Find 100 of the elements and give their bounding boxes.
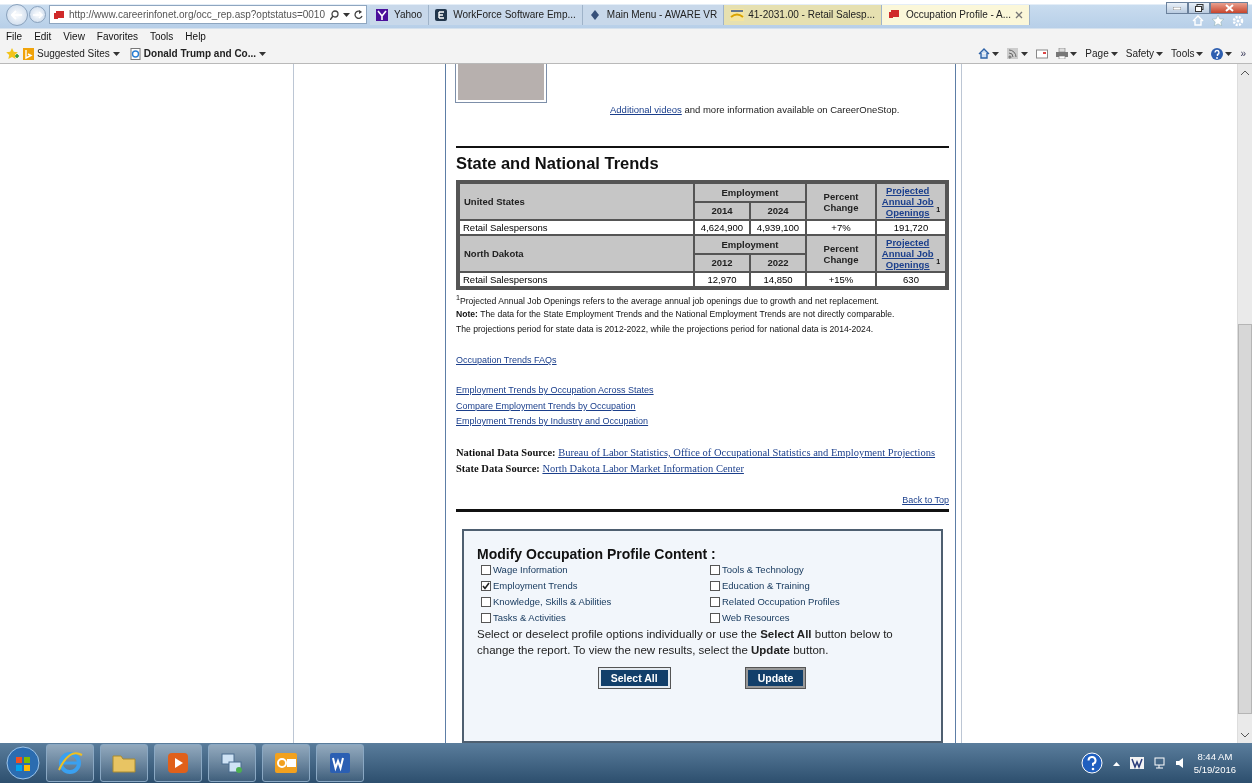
star-icon[interactable] bbox=[1212, 15, 1224, 26]
tray-arrow-icon[interactable] bbox=[1112, 760, 1120, 766]
ie-icon[interactable] bbox=[57, 750, 83, 776]
close-icon[interactable] bbox=[1015, 10, 1024, 19]
command-menu[interactable]: Tools bbox=[1171, 48, 1204, 59]
option-label: Knowledge, Skills & Abilities bbox=[493, 594, 612, 609]
network-tray-icon[interactable] bbox=[1153, 757, 1166, 769]
menu-item[interactable]: Help bbox=[185, 31, 206, 42]
favorites-link[interactable]: Donald Trump and Co... bbox=[129, 47, 267, 60]
update-button[interactable]: Update bbox=[745, 667, 806, 688]
restore-icon bbox=[1194, 4, 1204, 12]
media-player-icon[interactable] bbox=[165, 750, 191, 776]
option-label: Tools & Technology bbox=[722, 562, 804, 577]
checkbox[interactable] bbox=[481, 612, 491, 623]
table-cell: 630 bbox=[877, 273, 945, 286]
tray-app-icon[interactable] bbox=[1129, 757, 1144, 769]
favorites-link[interactable]: Suggested Sites bbox=[23, 47, 120, 60]
tab-label: Yahoo bbox=[394, 9, 423, 20]
close-icon bbox=[1224, 4, 1234, 12]
source-link[interactable]: Bureau of Labor Statistics, Office of Occupational Statistics and Employment Projections bbox=[558, 446, 936, 458]
caret-icon[interactable] bbox=[1225, 51, 1233, 56]
menu-item[interactable]: Tools bbox=[150, 31, 174, 42]
caret-icon[interactable] bbox=[1110, 51, 1118, 56]
menu-item[interactable]: File bbox=[6, 31, 23, 42]
data-source-text: State Data Source: North Dakota Labor Market Information Center bbox=[456, 461, 745, 476]
forward-arrow-icon bbox=[32, 10, 43, 19]
caret-icon[interactable] bbox=[1021, 51, 1029, 56]
checkbox[interactable] bbox=[710, 564, 720, 575]
browser-tab[interactable]: Yahoo bbox=[370, 4, 430, 25]
menu-item[interactable]: View bbox=[63, 31, 85, 42]
caret-icon[interactable] bbox=[1196, 51, 1204, 56]
employment-header: Employment bbox=[695, 236, 805, 253]
select-all-button[interactable]: Select All bbox=[598, 667, 670, 688]
year-header: 2024 bbox=[751, 202, 805, 219]
browser-tab[interactable]: Occupation Profile - A... bbox=[882, 4, 1031, 25]
caret-icon[interactable] bbox=[112, 51, 120, 56]
openings-link[interactable]: Projected Annual Job Openings bbox=[881, 185, 934, 218]
refresh-icon[interactable] bbox=[354, 9, 363, 20]
option-label: Web Resources bbox=[722, 610, 790, 625]
checkbox[interactable] bbox=[710, 596, 720, 607]
minimize-button[interactable] bbox=[1166, 2, 1188, 14]
videos-link[interactable]: Additional videos bbox=[610, 104, 682, 115]
restore-button[interactable] bbox=[1188, 2, 1210, 14]
scroll-thumb[interactable] bbox=[1238, 324, 1252, 714]
faq-link[interactable]: Occupation Trends FAQs bbox=[456, 354, 557, 365]
table-cell: Retail Salespersons bbox=[460, 221, 693, 234]
caret-icon[interactable] bbox=[1070, 51, 1078, 56]
footnote-text: $^{1}$Projected Annual Job Openings refers to the average annual job openings due to growth and net replacement. bbox=[456, 293, 880, 307]
menu-item[interactable]: Edit bbox=[34, 31, 52, 42]
checkbox[interactable] bbox=[710, 612, 720, 623]
close-button[interactable] bbox=[1210, 2, 1248, 14]
search-icon[interactable] bbox=[330, 9, 339, 20]
scroll-up-icon[interactable] bbox=[1241, 69, 1249, 75]
scroll-down-icon[interactable] bbox=[1241, 732, 1249, 738]
help-menu[interactable] bbox=[1211, 47, 1233, 60]
checkbox[interactable] bbox=[710, 580, 720, 591]
speaker-icon[interactable] bbox=[1175, 758, 1184, 768]
menu-item[interactable]: Favorites bbox=[96, 31, 138, 42]
source-link[interactable]: North Dakota Labor Market Information Center bbox=[542, 462, 744, 474]
back-to-top-link[interactable]: Back to Top bbox=[902, 494, 949, 505]
checkbox[interactable] bbox=[481, 564, 491, 575]
caret-icon[interactable] bbox=[992, 51, 1000, 56]
percent-change-header: Percent Change bbox=[807, 184, 875, 219]
word-icon[interactable] bbox=[327, 750, 353, 776]
checkbox[interactable] bbox=[481, 580, 491, 591]
period-text: The projections period for state data is 2012-2022, while the projections period for national data is 2014-2024. bbox=[456, 323, 875, 337]
network-icon[interactable] bbox=[219, 750, 245, 776]
tab-label: Main Menu - AWARE VR bbox=[606, 9, 718, 20]
browser-tab[interactable]: Main Menu - AWARE VR bbox=[582, 4, 725, 25]
year-header: 2022 bbox=[751, 254, 805, 271]
trends-link[interactable]: Employment Trends by Industry and Occupation bbox=[456, 416, 649, 427]
caret-icon[interactable] bbox=[343, 12, 350, 17]
trends-link[interactable]: Compare Employment Trends by Occupation bbox=[456, 400, 636, 411]
browser-tab[interactable]: 41-2031.00 - Retail Salesp... bbox=[724, 4, 882, 25]
trends-link[interactable]: Employment Trends by Occupation Across States bbox=[456, 385, 654, 396]
favorites-label: Suggested Sites bbox=[37, 48, 110, 59]
section-heading: State and National Trends bbox=[456, 154, 660, 173]
help-icon[interactable] bbox=[1080, 752, 1103, 774]
checkbox[interactable] bbox=[481, 596, 491, 607]
overflow-chevron[interactable]: » bbox=[1240, 48, 1246, 59]
browser-tab[interactable]: WorkForce Software Emp... bbox=[429, 4, 583, 25]
feed-icon[interactable] bbox=[1007, 48, 1020, 59]
address-bar[interactable]: http://www.careerinfonet.org/occ_rep.asp?optstatus=0010 bbox=[49, 5, 367, 24]
home-icon[interactable] bbox=[978, 48, 991, 59]
yahoo-logo-icon bbox=[376, 8, 390, 21]
tab-label: Occupation Profile - A... bbox=[906, 9, 1012, 20]
table-cell: +7% bbox=[807, 221, 875, 234]
clock[interactable]: 8:44 AM 5/19/2016 bbox=[1193, 750, 1236, 776]
start-orb-icon[interactable] bbox=[6, 746, 40, 780]
region-header: United States bbox=[460, 184, 693, 219]
year-header: 2014 bbox=[695, 202, 749, 219]
caret-icon[interactable] bbox=[259, 51, 267, 56]
command-menu[interactable]: Page bbox=[1085, 48, 1118, 59]
print-icon[interactable] bbox=[1056, 48, 1069, 59]
command-menu[interactable]: Safety bbox=[1125, 48, 1164, 59]
table-cell: 14,850 bbox=[751, 273, 805, 286]
mail-icon[interactable] bbox=[1036, 48, 1049, 59]
star-plus-icon[interactable] bbox=[6, 47, 19, 60]
caret-icon[interactable] bbox=[1156, 51, 1164, 56]
openings-link[interactable]: Projected Annual Job Openings bbox=[881, 237, 934, 270]
